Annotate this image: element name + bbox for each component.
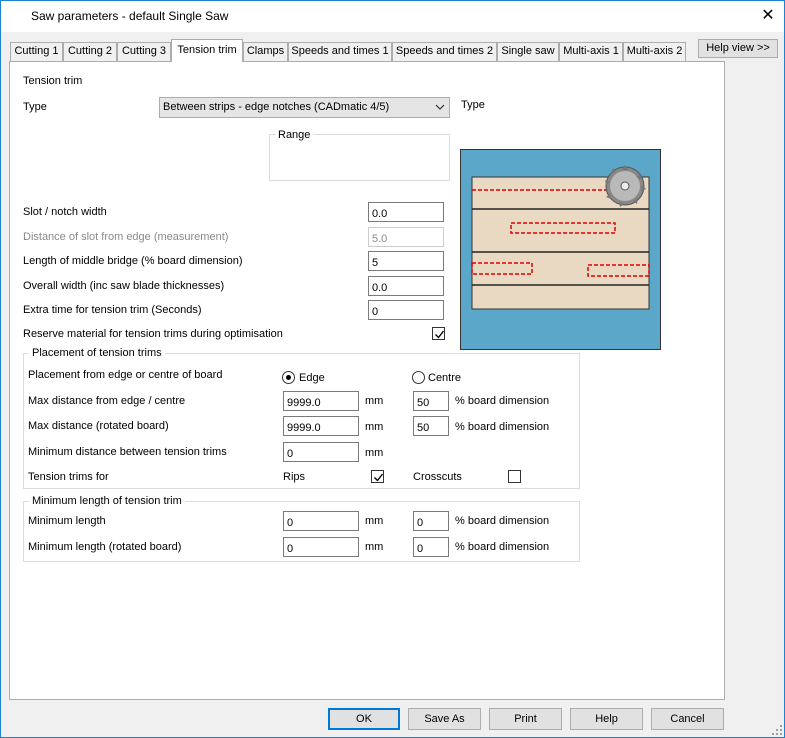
min-length-unit: mm <box>365 515 384 527</box>
max-distance-input[interactable] <box>283 391 359 411</box>
min-between-input[interactable] <box>283 442 359 462</box>
save-as-button[interactable]: Save As <box>408 708 481 730</box>
middle-bridge-label: Length of middle bridge (% board dimensi… <box>23 255 243 267</box>
tab-cutting-1[interactable]: Cutting 1 <box>10 42 63 61</box>
help-view-button[interactable]: Help view >> <box>698 39 778 58</box>
min-length-rotated-percent-label: % board dimension <box>455 541 550 553</box>
max-distance-rotated-percent-label: % board dimension <box>455 421 550 433</box>
tab-tension-trim[interactable]: Tension trim <box>171 39 243 62</box>
reserve-material-checkbox[interactable] <box>432 327 445 340</box>
edge-radio[interactable] <box>282 371 295 384</box>
slot-width-label: Slot / notch width <box>23 206 107 218</box>
middle-bridge-input[interactable] <box>368 251 444 271</box>
resize-grip-icon[interactable] <box>771 724 783 736</box>
reserve-material-label: Reserve material for tension trims durin… <box>23 328 283 340</box>
type-select[interactable]: Between strips - edge notches (CADmatic … <box>159 97 450 118</box>
crosscuts-label: Crosscuts <box>413 471 462 483</box>
max-distance-rotated-unit: mm <box>365 421 384 433</box>
min-length-rotated-label: Minimum length (rotated board) <box>28 541 182 553</box>
tab-speeds-times-2[interactable]: Speeds and times 2 <box>392 42 497 61</box>
min-between-label: Minimum distance between tension trims <box>28 446 227 458</box>
max-distance-rotated-label: Max distance (rotated board) <box>28 420 169 432</box>
max-distance-label: Max distance from edge / centre <box>28 395 186 407</box>
edge-radio-label: Edge <box>299 372 325 384</box>
checkmark-icon <box>374 473 384 482</box>
rips-label: Rips <box>283 471 306 483</box>
min-length-rotated-input[interactable] <box>283 537 359 557</box>
tab-speeds-times-1[interactable]: Speeds and times 1 <box>288 42 392 61</box>
title-bar: Saw parameters - default Single Saw ✕ <box>1 1 784 32</box>
min-length-rotated-unit: mm <box>365 541 384 553</box>
min-length-percent-label: % board dimension <box>455 515 550 527</box>
max-distance-unit: mm <box>365 395 384 407</box>
tab-single-saw[interactable]: Single saw <box>497 42 559 61</box>
type-label: Type <box>23 101 47 113</box>
slot-distance-label: Distance of slot from edge (measurement) <box>23 231 229 243</box>
cancel-button[interactable]: Cancel <box>651 708 724 730</box>
overall-width-label: Overall width (inc saw blade thicknesses… <box>23 280 225 292</box>
min-length-label: Minimum length <box>28 515 106 527</box>
centre-radio[interactable] <box>412 371 425 384</box>
tab-cutting-2[interactable]: Cutting 2 <box>63 42 117 61</box>
trims-for-label: Tension trims for <box>28 471 109 483</box>
min-between-unit: mm <box>365 447 384 459</box>
tab-clamps[interactable]: Clamps <box>243 42 288 61</box>
placement-from-label: Placement from edge or centre of board <box>28 369 223 381</box>
max-distance-percent-label: % board dimension <box>455 395 550 407</box>
placement-group-title: Placement of tension trims <box>29 347 165 359</box>
tab-multi-axis-2[interactable]: Multi-axis 2 <box>623 42 686 61</box>
extra-time-label: Extra time for tension trim (Seconds) <box>23 304 202 316</box>
chevron-down-icon <box>435 104 445 110</box>
type-select-value: Between strips - edge notches (CADmatic … <box>163 101 390 113</box>
min-length-percent-input[interactable] <box>413 511 449 531</box>
slot-distance-input <box>368 227 444 247</box>
max-distance-percent-input[interactable] <box>413 391 449 411</box>
min-length-input[interactable] <box>283 511 359 531</box>
min-length-group-title: Minimum length of tension trim <box>29 495 185 507</box>
dialog-window: Saw parameters - default Single Saw ✕ Cu… <box>0 0 785 738</box>
extra-time-input[interactable] <box>368 300 444 320</box>
range-box <box>269 134 450 181</box>
type-side-label: Type <box>461 99 485 111</box>
help-button[interactable]: Help <box>570 708 643 730</box>
print-button[interactable]: Print <box>489 708 562 730</box>
rips-checkbox[interactable] <box>371 470 384 483</box>
centre-radio-label: Centre <box>428 372 462 384</box>
tension-trim-preview <box>460 149 661 350</box>
window-title: Saw parameters - default Single Saw <box>31 9 229 23</box>
crosscuts-checkbox[interactable] <box>508 470 521 483</box>
overall-width-input[interactable] <box>368 276 444 296</box>
close-icon[interactable]: ✕ <box>753 3 783 29</box>
checkmark-icon <box>435 330 445 339</box>
range-label: Range <box>275 129 314 141</box>
max-distance-rotated-percent-input[interactable] <box>413 416 449 436</box>
slot-width-input[interactable] <box>368 202 444 222</box>
max-distance-rotated-input[interactable] <box>283 416 359 436</box>
tab-cutting-3[interactable]: Cutting 3 <box>117 42 171 61</box>
tab-multi-axis-1[interactable]: Multi-axis 1 <box>559 42 623 61</box>
min-length-rotated-percent-input[interactable] <box>413 537 449 557</box>
ok-button[interactable]: OK <box>328 708 400 730</box>
section-title: Tension trim <box>23 75 83 87</box>
